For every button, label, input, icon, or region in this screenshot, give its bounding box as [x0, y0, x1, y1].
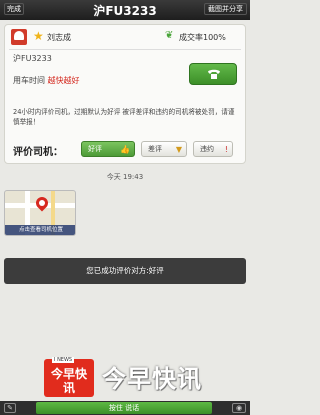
divider: [9, 49, 241, 50]
breach-label: 违约: [200, 145, 214, 153]
use-time-label: 用车时间: [13, 76, 45, 85]
warning-icon: !: [224, 145, 228, 154]
leaf-icon: ❦: [165, 30, 174, 41]
edit-icon[interactable]: ✎: [4, 403, 16, 413]
watermark-logo-text: 今早快讯: [50, 367, 87, 395]
rating-row: 评价司机： 好评 👍 差评 ▼ 违约 !: [13, 139, 243, 159]
bad-rating-button[interactable]: 差评 ▼: [141, 141, 187, 157]
camera-icon[interactable]: ◉: [232, 403, 246, 413]
thumbs-up-icon: 👍: [120, 145, 130, 154]
watermark-logo-small: I NEWS: [52, 357, 75, 363]
use-time: 用车时间 越快越好: [13, 75, 80, 86]
good-rating-button[interactable]: 好评 👍: [81, 141, 135, 157]
call-button[interactable]: [189, 63, 237, 85]
deal-rate: 成交率100%: [179, 33, 226, 42]
driver-name: 刘志成: [47, 33, 71, 42]
use-time-value: 越快越好: [47, 76, 80, 85]
watermark-name: 今早快讯: [102, 365, 202, 393]
driver-card: ★ 刘志成 ❦ 成交率100% 沪FU3233 用车时间 越快越好 24小时内评…: [4, 24, 246, 164]
watermark: I NEWS 今早快讯 今早快讯: [44, 355, 250, 401]
rating-label: 评价司机：: [13, 147, 63, 158]
thumbs-down-icon: ▼: [175, 145, 182, 154]
hold-to-talk-button[interactable]: 按住 说话: [36, 402, 212, 414]
rating-note: 24小时内评价司机，过期默认为好评 被评差评和违约的司机将被处罚，请谨慎举报！: [13, 108, 235, 126]
breach-button[interactable]: 违约 !: [193, 141, 233, 157]
map-caption: 点击查看司机位置: [5, 225, 75, 235]
message-timestamp: 今天 19:43: [106, 173, 144, 181]
plate-number: 沪FU3233: [13, 54, 52, 63]
screenshot-share-button[interactable]: 截图并分享: [204, 3, 247, 15]
top-bar: 完成 沪FU3233 截图并分享: [0, 0, 250, 20]
bad-rating-label: 差评: [148, 145, 162, 153]
phone-icon: [208, 69, 220, 79]
watermark-logo: I NEWS 今早快讯: [44, 357, 94, 397]
driver-location-map[interactable]: 点击查看司机位置: [4, 190, 76, 236]
good-rating-label: 好评: [88, 145, 102, 153]
star-icon: ★: [33, 29, 44, 43]
location-pin-icon: [33, 194, 51, 212]
rating-success-toast: 您已成功评价对方:好评: [4, 258, 246, 284]
bottom-bar: ✎ 按住 说话 ◉: [0, 401, 250, 415]
driver-avatar: [11, 29, 27, 45]
